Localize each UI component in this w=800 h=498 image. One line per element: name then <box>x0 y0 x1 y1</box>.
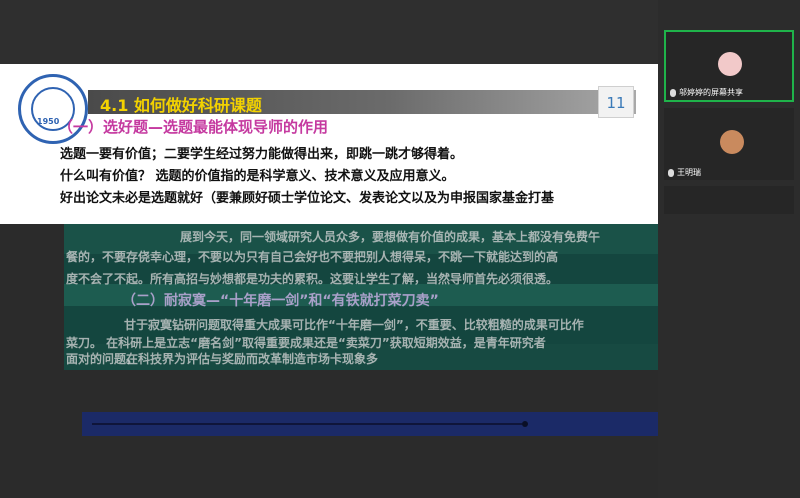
section1-heading: （一）选好题—选题最能体现导师的作用 <box>58 118 329 136</box>
participant-avatar-2 <box>720 130 744 154</box>
scrub-handle[interactable] <box>522 421 528 427</box>
participant-name-1: 邬婷婷的屏幕共享 <box>679 88 743 97</box>
participant-tile-1[interactable]: 邬婷婷的屏幕共享 <box>664 30 794 102</box>
participant-tile-3[interactable] <box>664 186 794 214</box>
mic-icon <box>668 168 674 177</box>
garbled-line-3: 度不会了不起。所有高招与妙想都是功夫的累积。这要让学生了解，当然导师首先必须很透… <box>66 272 559 286</box>
slide-text-line-2: 什么叫有价值？ 选题的价值指的是科学意义、技术意义及应用意义。 <box>60 169 455 184</box>
participant-name-2: 王明瑞 <box>677 168 701 177</box>
screen-top-blank <box>0 0 658 64</box>
corrupted-video-region: 展到今天，同一领域研究人员众多，要想做有价值的成果，基本上都没有免费午 餐的，不… <box>64 224 658 370</box>
garbled-line-4: 甘于寂寞钻研问题取得重大成果可比作“十年磨一剑”，不重要、比较粗糙的成果可比作 <box>124 318 584 332</box>
garbled-line-7: 在科技界为评估与奖励而改革制造市场卡现象多 <box>126 352 379 366</box>
section2-heading: （二）耐寂寞—“十年磨一剑”和“有铁就打菜刀卖” <box>122 293 439 309</box>
video-scrub-bar[interactable] <box>82 412 658 436</box>
garbled-line-1: 展到今天，同一领域研究人员众多，要想做有价值的成果，基本上都没有免费午 <box>180 230 601 244</box>
slide-content: 1950 4.1 如何做好科研课题 11 （一）选好题—选题最能体现导师的作用 … <box>0 64 658 224</box>
participant-panel: 邬婷婷的屏幕共享 王明瑞 <box>658 0 800 498</box>
slide-title: 4.1 如何做好科研课题 <box>100 96 262 115</box>
scrub-track <box>92 423 522 425</box>
slide-text-line-1: 选题一要有价值；二要学生经过努力能做得出来，即跳一跳才够得着。 <box>60 147 464 162</box>
participant-tile-2[interactable]: 王明瑞 <box>664 108 794 180</box>
participant-avatar-1 <box>718 52 742 76</box>
mic-icon <box>670 88 676 97</box>
logo-year: 1950 <box>37 117 60 126</box>
garbled-line-5: 菜刀。 在科研上是立志“磨名剑”取得重要成果还是“卖菜刀”获取短期效益，是青年研… <box>66 336 546 350</box>
shared-screen-area: 1950 4.1 如何做好科研课题 11 （一）选好题—选题最能体现导师的作用 … <box>0 0 658 498</box>
slide-page-number: 11 <box>598 86 634 118</box>
garbled-line-2: 餐的，不要存侥幸心理，不要以为只有自己会好也不要把别人想得呆，不跳一下就能达到的… <box>66 250 559 264</box>
slide-text-line-3: 好出论文未必是选题就好（要兼顾好硕士学位论文、发表论文以及为申报国家基金打基 <box>60 191 555 206</box>
